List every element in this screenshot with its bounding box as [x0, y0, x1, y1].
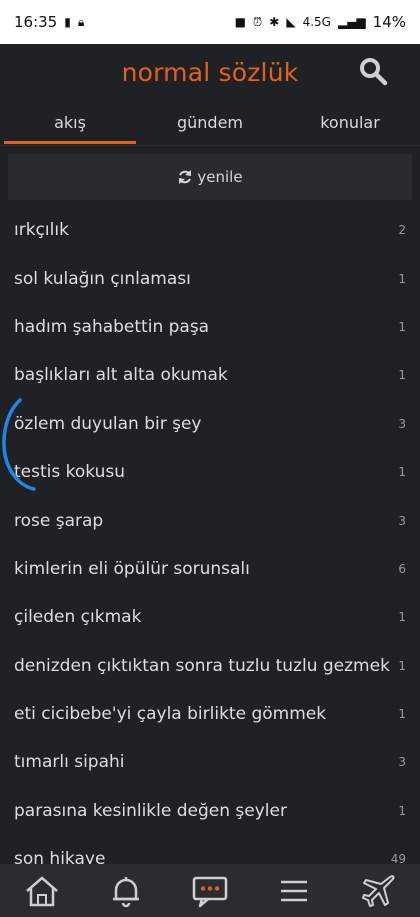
app-logo[interactable]: normal sözlük: [122, 58, 299, 87]
app-header: normal sözlük: [0, 44, 420, 100]
topic-title: ırkçılık: [14, 220, 69, 241]
topic-row[interactable]: rose şarap 3: [0, 496, 420, 544]
nav-home[interactable]: [20, 871, 64, 911]
topic-row[interactable]: parasına kesinlikle değen şeyler 1: [0, 787, 420, 835]
status-bar: 16:35 ▮ 🔒︎ ■ ⏰︎ ✱ ◣ 4.5G ▂▄▆ 14%: [0, 0, 420, 44]
topic-title: testis kokusu: [14, 462, 125, 483]
battery-level: 14%: [372, 13, 406, 31]
topic-row[interactable]: tımarlı sipahi 3: [0, 738, 420, 786]
topic-row[interactable]: denizden çıktıktan sonra tuzlu tuzlu gez…: [0, 642, 420, 690]
topic-title: eti cicibebe'yi çayla birlikte gömmek: [14, 704, 327, 725]
clock: 16:35: [14, 13, 58, 31]
refresh-icon: [179, 170, 192, 184]
notification-icon: ■: [234, 15, 246, 29]
topic-title: rose şarap: [14, 510, 104, 531]
topic-row[interactable]: kimlerin eli öpülür sorunsalı 6: [0, 545, 420, 593]
lock-icon: 🔒︎: [77, 15, 85, 29]
mute-icon: ◣: [286, 15, 296, 29]
tab-bar: akış gündem konular: [0, 100, 420, 146]
network-icon: 4.5G: [302, 15, 331, 29]
topic-row[interactable]: hadım şahabettin paşa 1: [0, 303, 420, 351]
plane-icon: [362, 874, 395, 907]
topic-list: ırkçılık 2 sol kulağın çınlaması 1 hadım ş…: [0, 206, 420, 883]
alarm-icon: ⏰︎: [252, 15, 263, 29]
topic-row[interactable]: sol kulağın çınlaması 1: [0, 254, 420, 302]
topic-row[interactable]: ırkçılık 2: [0, 206, 420, 254]
menu-icon: [281, 880, 307, 901]
topic-count: 1: [398, 271, 406, 286]
topic-title: sol kulağın çınlaması: [14, 268, 191, 289]
bluetooth-icon: ✱: [269, 15, 280, 29]
topic-count: 3: [398, 755, 406, 770]
tab-akis[interactable]: akış: [0, 100, 140, 145]
topic-count: 3: [398, 416, 406, 431]
topic-count: 1: [398, 658, 406, 673]
nav-messages[interactable]: [188, 871, 232, 911]
topic-title: denizden çıktıktan sonra tuzlu tuzlu gez…: [14, 655, 390, 676]
topic-row[interactable]: başlıkları alt alta okumak 1: [0, 351, 420, 399]
search-icon[interactable]: [358, 56, 388, 86]
topic-row[interactable]: testis kokusu 1: [0, 448, 420, 496]
bell-icon: [113, 876, 139, 907]
topic-count: 6: [398, 561, 406, 576]
topic-count: 2: [398, 223, 406, 238]
topic-count: 1: [398, 610, 406, 625]
topic-count: 1: [398, 465, 406, 480]
topic-title: parasına kesinlikle değen şeyler: [14, 800, 287, 821]
tab-konular[interactable]: konular: [280, 100, 420, 145]
nav-menu[interactable]: [272, 871, 316, 911]
refresh-label: yenile: [197, 168, 243, 186]
topic-title: başlıkları alt alta okumak: [14, 365, 228, 386]
topic-count: 1: [398, 319, 406, 334]
topic-count: 1: [398, 707, 406, 722]
battery-saver-icon: ▮: [64, 15, 71, 29]
nav-travel[interactable]: [356, 871, 400, 911]
tab-gundem[interactable]: gündem: [140, 100, 280, 145]
topic-row[interactable]: eti cicibebe'yi çayla birlikte gömmek 1: [0, 690, 420, 738]
topic-title: çileden çıkmak: [14, 607, 142, 628]
topic-title: hadım şahabettin paşa: [14, 316, 210, 337]
bottom-nav: [0, 864, 420, 917]
topic-count: 1: [398, 803, 406, 818]
topic-title: özlem duyulan bir şey: [14, 413, 202, 434]
topic-count: 3: [398, 513, 406, 528]
home-icon: [26, 876, 58, 906]
topic-count: 1: [398, 368, 406, 383]
topic-row[interactable]: özlem duyulan bir şey 3: [0, 400, 420, 448]
nav-notifications[interactable]: [104, 871, 148, 911]
topic-title: kimlerin eli öpülür sorunsalı: [14, 558, 250, 579]
refresh-button[interactable]: yenile: [8, 154, 412, 200]
topic-row[interactable]: çileden çıkmak 1: [0, 593, 420, 641]
signal-icon: ▂▄▆: [337, 15, 366, 29]
topic-title: tımarlı sipahi: [14, 752, 125, 773]
chat-icon: [192, 876, 228, 907]
